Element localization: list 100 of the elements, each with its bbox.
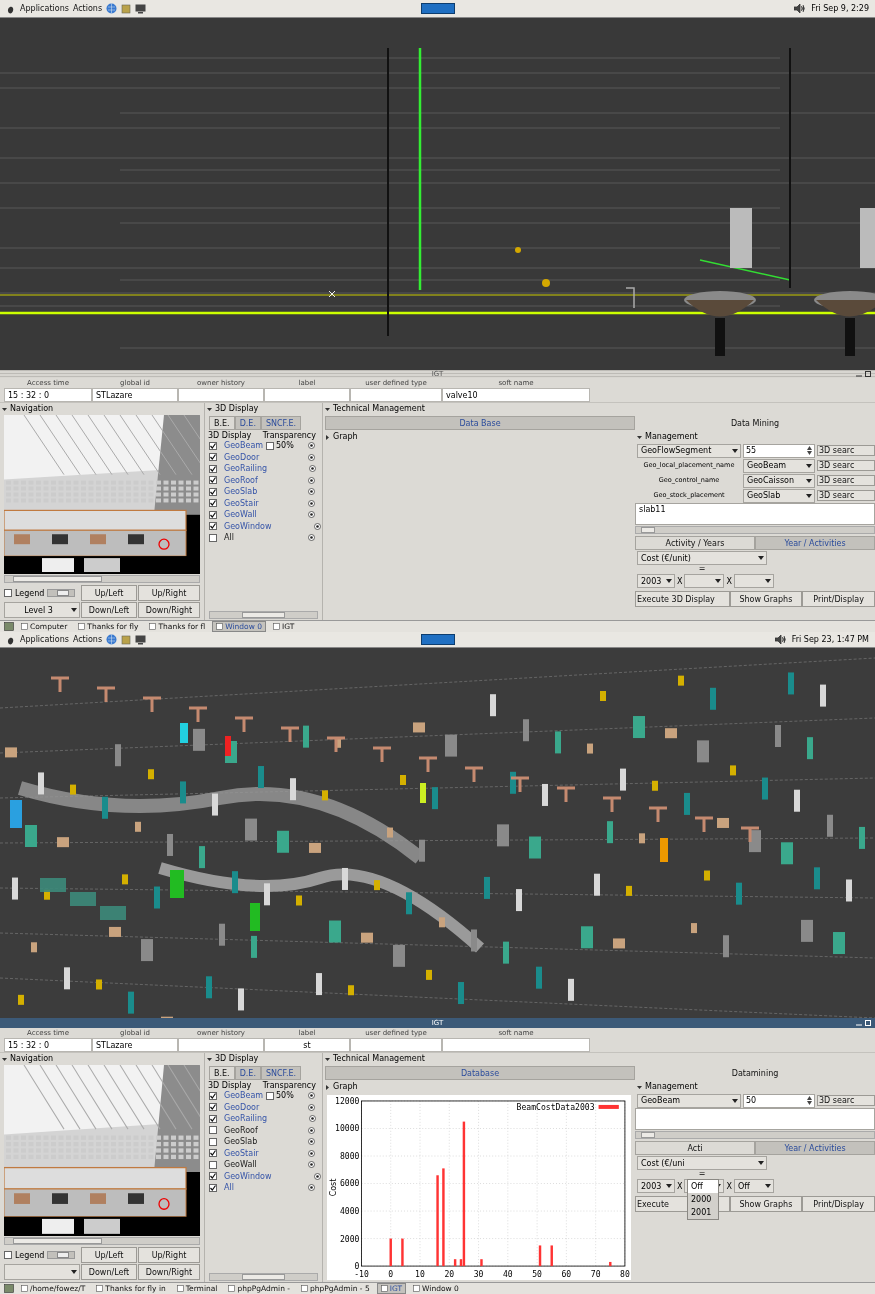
checkbox[interactable] <box>209 1183 217 1192</box>
text-field[interactable] <box>350 388 442 402</box>
section-header[interactable]: Graph <box>333 431 358 443</box>
number-field[interactable]: 50 <box>743 1093 815 1108</box>
nav-button[interactable]: Down/Left <box>81 1264 137 1280</box>
text-field[interactable]: 15 : 32 : 0 <box>4 388 92 402</box>
tab[interactable]: Activity / Years <box>635 536 755 550</box>
text-field[interactable] <box>264 388 350 402</box>
checkbox[interactable] <box>4 1251 12 1259</box>
dropdown[interactable]: Cost (€/unit) <box>637 551 767 565</box>
action-button[interactable]: Show Graphs <box>729 591 803 607</box>
volume-icon[interactable] <box>774 635 786 644</box>
clock[interactable]: Fri Sep 23, 1:47 PM <box>791 635 869 644</box>
dropdown[interactable]: 2003 <box>637 1179 675 1193</box>
tab[interactable]: Acti <box>635 1141 755 1155</box>
workspace-switcher[interactable] <box>420 3 455 14</box>
workspace-switcher[interactable] <box>420 634 455 645</box>
menu-item[interactable]: Applications <box>20 635 69 644</box>
slider[interactable] <box>47 589 76 597</box>
tab[interactable]: Year / Activities <box>755 1141 875 1155</box>
scrollbar[interactable] <box>209 611 318 619</box>
nav-button[interactable]: Down/Right <box>138 602 200 618</box>
checkbox[interactable] <box>209 1160 217 1169</box>
tab[interactable]: Database <box>325 1066 635 1080</box>
scrollbar[interactable] <box>4 1237 200 1245</box>
section-header[interactable]: Navigation <box>10 1053 54 1065</box>
scrollbar[interactable] <box>4 575 200 583</box>
dropdown[interactable] <box>733 574 774 588</box>
checkbox[interactable] <box>209 510 217 519</box>
checkbox[interactable] <box>209 487 217 496</box>
volume-icon[interactable] <box>794 4 806 13</box>
globe-icon[interactable] <box>106 3 118 14</box>
dropdown-option[interactable]: 2000 <box>688 1193 718 1206</box>
tab[interactable]: B.E. <box>209 416 235 430</box>
search-button[interactable]: 3D searc <box>817 1095 875 1106</box>
dropdown[interactable]: GeoBeam <box>743 458 815 473</box>
checkbox[interactable] <box>209 522 217 531</box>
checkbox[interactable] <box>209 464 217 473</box>
slider-thumb[interactable] <box>56 590 69 596</box>
checkbox[interactable] <box>209 453 217 462</box>
checkbox[interactable] <box>4 589 12 597</box>
checkbox[interactable] <box>266 1091 274 1100</box>
nav-button[interactable]: Down/Left <box>81 602 137 618</box>
dropdown[interactable]: GeoBeam <box>637 1093 741 1108</box>
dropdown[interactable]: 2003 <box>637 574 675 588</box>
dropdown[interactable]: GeoSlab <box>743 488 815 503</box>
dropdown[interactable]: Off <box>733 1179 774 1193</box>
section-header[interactable]: Technical Management <box>333 1053 425 1065</box>
search-button[interactable]: 3D searc <box>817 475 875 486</box>
section-header[interactable]: Navigation <box>10 403 54 415</box>
search-button[interactable]: 3D searc <box>817 460 875 471</box>
nav-button[interactable]: Up/Left <box>81 1247 137 1263</box>
scrollbar[interactable] <box>209 1273 318 1281</box>
dropdown[interactable] <box>684 574 725 588</box>
action-button[interactable]: Execute 3D Display <box>635 591 730 607</box>
checkbox[interactable] <box>209 1103 217 1112</box>
search-button[interactable]: 3D searc <box>817 490 875 501</box>
menu-item[interactable]: Actions <box>72 635 103 644</box>
scrollbar[interactable] <box>635 1131 875 1139</box>
search-button[interactable]: 3D searc <box>817 445 875 456</box>
checkbox[interactable] <box>209 476 217 485</box>
globe-icon[interactable] <box>106 634 118 645</box>
result-field[interactable]: slab11 <box>635 503 875 525</box>
monitor-icon[interactable] <box>135 634 147 645</box>
checkbox[interactable] <box>209 1091 217 1100</box>
tab[interactable]: Data Base <box>325 416 635 430</box>
dropdown[interactable]: GeoFlowSegment <box>637 443 741 458</box>
clock[interactable]: Fri Sep 9, 2:29 <box>811 4 869 13</box>
menu-item[interactable]: Actions <box>72 4 103 13</box>
dropdown[interactable]: Level 3 <box>4 602 80 618</box>
checkbox[interactable] <box>209 499 217 508</box>
tab[interactable]: D.E. <box>234 416 261 430</box>
checkbox[interactable] <box>209 1172 217 1181</box>
menu-item[interactable]: Applications <box>20 4 69 13</box>
text-field[interactable]: STLazare <box>92 1038 178 1052</box>
checkbox[interactable] <box>209 441 217 450</box>
action-button[interactable]: Print/Display <box>802 1196 875 1212</box>
scrollbar[interactable] <box>635 526 875 534</box>
result-field[interactable] <box>635 1108 875 1130</box>
tab[interactable]: SNCF.E. <box>260 416 302 430</box>
section-header[interactable]: Graph <box>333 1081 358 1093</box>
tab[interactable]: Year / Activities <box>755 536 875 550</box>
text-field[interactable]: st <box>264 1038 350 1052</box>
dropdown[interactable]: Cost (€/uni <box>637 1156 767 1170</box>
checkbox[interactable] <box>209 1126 217 1135</box>
nav-button[interactable]: Down/Right <box>138 1264 200 1280</box>
text-field[interactable]: 15 : 32 : 0 <box>4 1038 92 1052</box>
checkbox[interactable] <box>209 1137 217 1146</box>
checkbox[interactable] <box>209 1149 217 1158</box>
text-field[interactable]: valve10 <box>442 388 590 402</box>
text-field[interactable]: STLazare <box>92 388 178 402</box>
tab[interactable]: B.E. <box>209 1066 235 1080</box>
checkbox[interactable] <box>266 441 274 450</box>
nav-button[interactable]: Up/Left <box>81 585 137 601</box>
section-header[interactable]: Technical Management <box>333 403 425 415</box>
section-header[interactable]: 3D Display <box>215 1053 259 1065</box>
tab[interactable]: D.E. <box>234 1066 261 1080</box>
notes-icon[interactable] <box>121 3 132 14</box>
dropdown-option[interactable]: Off <box>688 1180 718 1193</box>
maximize-icon[interactable] <box>865 371 871 377</box>
